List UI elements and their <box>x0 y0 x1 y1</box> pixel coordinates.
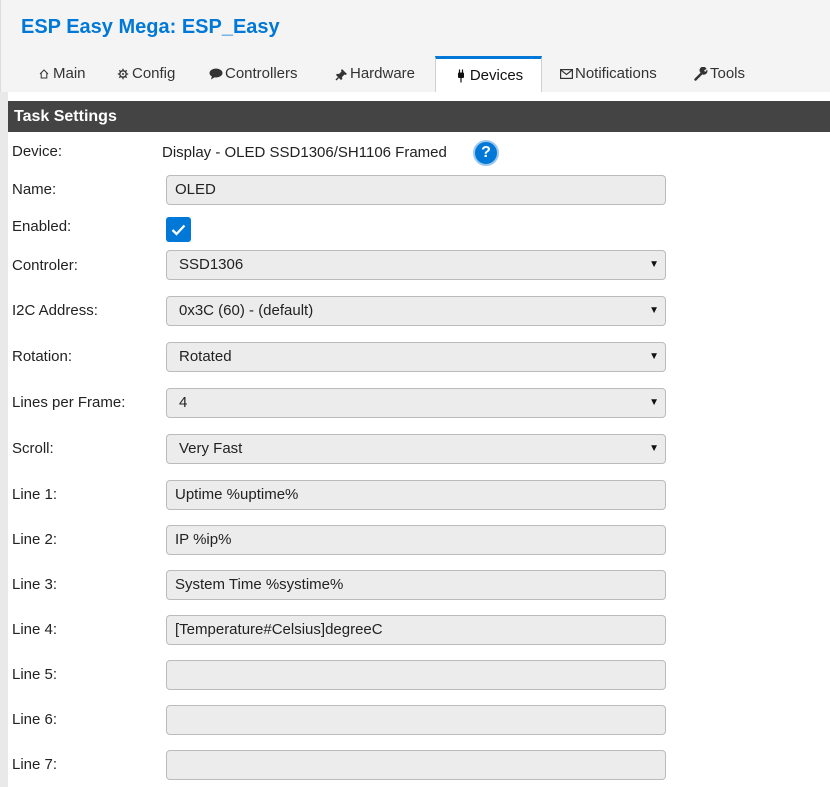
line6-label: Line 6: <box>12 711 58 728</box>
gear-icon <box>116 67 130 81</box>
section-title: Task Settings <box>8 101 830 132</box>
controler-value: SSD1306 <box>179 256 244 273</box>
lines-per-frame-label: Lines per Frame: <box>12 394 126 411</box>
help-icon[interactable]: ? <box>473 140 499 166</box>
tab-notifications[interactable]: Notifications <box>559 56 669 92</box>
name-input[interactable]: OLED <box>166 175 666 205</box>
line4-input[interactable]: [Temperature#Celsius]degreeC <box>166 615 666 645</box>
dropdown-arrow-icon: ▼ <box>649 351 659 362</box>
rotation-select[interactable]: Rotated ▼ <box>166 342 666 372</box>
controler-select[interactable]: SSD1306 ▼ <box>166 250 666 280</box>
rotation-value: Rotated <box>179 348 232 365</box>
device-value: Display - OLED SSD1306/SH1106 Framed <box>162 144 447 161</box>
tab-bar: Main Config Controllers Hardware Devices <box>1 56 830 92</box>
home-icon <box>37 67 51 81</box>
enabled-checkbox[interactable] <box>166 217 191 242</box>
app-title: ESP Easy Mega: ESP_Easy <box>21 16 280 38</box>
scroll-label: Scroll: <box>12 440 54 457</box>
tab-hardware-label: Hardware <box>350 65 416 82</box>
line2-input[interactable]: IP %ip% <box>166 525 666 555</box>
chat-bubble-icon <box>209 67 223 81</box>
line2-label: Line 2: <box>12 531 58 548</box>
dropdown-arrow-icon: ▼ <box>649 305 659 316</box>
wrench-icon <box>694 67 708 81</box>
tab-controllers[interactable]: Controllers <box>209 56 309 92</box>
tab-main[interactable]: Main <box>37 56 97 92</box>
line7-input[interactable] <box>166 750 666 780</box>
header: ESP Easy Mega: ESP_Easy Main Config Cont… <box>0 0 830 92</box>
line3-input[interactable]: System Time %systime% <box>166 570 666 600</box>
lines-per-frame-value: 4 <box>179 394 188 411</box>
tab-notifications-label: Notifications <box>575 65 657 82</box>
lines-per-frame-select[interactable]: 4 ▼ <box>166 388 666 418</box>
checkmark-icon <box>171 224 186 236</box>
tab-config[interactable]: Config <box>116 56 186 92</box>
i2c-label: I2C Address: <box>12 302 98 319</box>
line5-input[interactable] <box>166 660 666 690</box>
tab-main-label: Main <box>53 65 86 82</box>
envelope-icon <box>559 67 573 81</box>
dropdown-arrow-icon: ▼ <box>649 443 659 454</box>
tab-config-label: Config <box>132 65 176 82</box>
line1-input[interactable]: Uptime %uptime% <box>166 480 666 510</box>
i2c-select[interactable]: 0x3C (60) - (default) ▼ <box>166 296 666 326</box>
device-label: Device: <box>12 143 63 160</box>
controler-label: Controler: <box>12 257 78 274</box>
line5-label: Line 5: <box>12 666 58 683</box>
pin-icon <box>334 67 348 81</box>
tab-tools-label: Tools <box>710 65 746 82</box>
scroll-value: Very Fast <box>179 440 243 457</box>
line1-label: Line 1: <box>12 486 58 503</box>
tab-tools[interactable]: Tools <box>694 56 754 92</box>
tab-devices-label: Devices <box>469 66 524 84</box>
line4-label: Line 4: <box>12 621 58 638</box>
rotation-label: Rotation: <box>12 348 73 365</box>
dropdown-arrow-icon: ▼ <box>649 397 659 408</box>
line7-label: Line 7: <box>12 756 58 773</box>
dropdown-arrow-icon: ▼ <box>649 259 659 270</box>
plug-icon <box>454 69 468 83</box>
name-label: Name: <box>12 181 57 198</box>
tab-controllers-label: Controllers <box>225 65 298 82</box>
line6-input[interactable] <box>166 705 666 735</box>
tab-devices[interactable]: Devices <box>435 56 542 92</box>
scroll-select[interactable]: Very Fast ▼ <box>166 434 666 464</box>
line3-label: Line 3: <box>12 576 58 593</box>
enabled-label: Enabled: <box>12 218 72 235</box>
tab-hardware[interactable]: Hardware <box>334 56 424 92</box>
i2c-value: 0x3C (60) - (default) <box>179 302 314 319</box>
